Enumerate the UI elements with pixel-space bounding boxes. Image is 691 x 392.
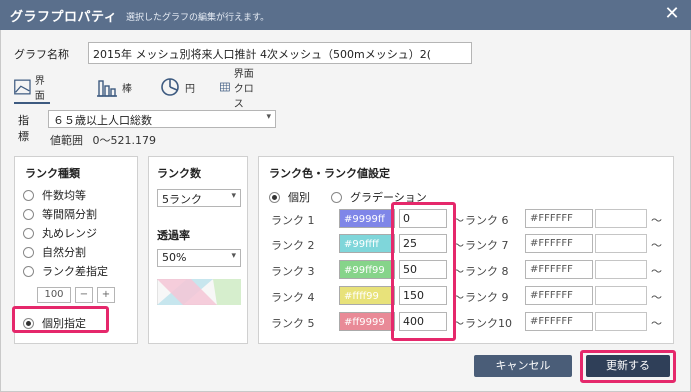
highlight-individual-option [12,306,109,333]
tab-area[interactable]: 界面 [14,74,50,102]
tab-area-cross[interactable]: 界面クロス [220,69,256,110]
rank-3-label: ランク 3 [271,265,315,278]
graph-name-label: グラフ名称 [14,48,69,61]
tab-area-cross-label: 界面クロス [233,68,254,110]
pie-chart-icon [161,78,179,96]
radio-icon [23,265,34,277]
rank-2-color[interactable]: #99ffff [339,234,395,253]
radio-icon [269,191,280,203]
mode-option-label: 個別 [288,191,310,204]
rank-8-label: ランク 8 [465,265,509,278]
rank-10-label: ランク10 [465,317,512,330]
value-range: 値範囲 0～521.179 [50,132,156,148]
radio-icon [331,191,342,203]
bar-chart-icon [97,80,117,97]
transparency-select[interactable]: 50% ▾ [157,249,241,267]
active-tab-indicator [14,102,50,104]
highlight-rank-values [391,202,456,341]
rank-count-selected: 5ランク [162,193,202,206]
rank-count-title: ランク数 [157,167,201,180]
tab-pie[interactable]: 円 [159,74,195,100]
dialog-titlebar: グラフプロパティ 選択したグラフの編集が行えます。 ✕ [0,0,691,30]
tilde: ～ [651,214,662,227]
rank-color-panel: ランク色・ランク値設定 個別 グラデーション ランク 1 #9999ff 0 ～… [258,156,674,344]
rank-9-color[interactable]: #FFFFFF [525,286,593,305]
radio-icon [23,208,34,220]
rank-type-option-label: 件数均等 [42,189,86,202]
rank-10-value[interactable] [595,312,647,331]
tilde: ～ [651,317,662,330]
cancel-button[interactable]: キャンセル [474,355,572,377]
rank-type-option-label: 等間隔分割 [42,208,97,221]
rank-6-label: ランク 6 [465,214,509,227]
rank-color-title: ランク色・ランク値設定 [269,167,390,180]
tab-pie-label: 円 [185,83,195,95]
rank-5-label: ランク 5 [271,317,315,330]
transparency-selected: 50% [162,251,187,264]
rank-count-select[interactable]: 5ランク ▾ [157,189,241,207]
rank-diff-plus-button[interactable]: + [97,287,115,303]
rank-type-option-1[interactable]: 件数均等 [23,187,86,203]
rank-type-option-5[interactable]: ランク差指定 [23,263,108,279]
rank-3-color[interactable]: #99ff99 [339,260,395,279]
rank-type-option-4[interactable]: 自然分割 [23,244,86,260]
rank-diff-minus-button[interactable]: − [75,287,93,303]
rank-6-color[interactable]: #FFFFFF [525,209,593,228]
tab-bar-label: 棒 [122,83,132,95]
rank-9-value[interactable] [595,286,647,305]
mode-individual-radio[interactable]: 個別 [269,189,310,205]
value-range-value: 0～521.179 [92,134,157,147]
rank-1-label: ランク 1 [271,214,315,227]
rank-type-option-label: 自然分割 [42,246,86,259]
rank-type-option-label: 丸めレンジ [42,227,97,240]
dialog-subtitle: 選択したグラフの編集が行えます。 [126,13,270,23]
transparency-preview [157,279,241,305]
rank-type-title: ランク種類 [25,167,80,180]
graph-name-input[interactable]: 2015年 メッシュ別将来人口推計 4次メッシュ（500mメッシュ）2( [88,42,472,64]
rank-5-color[interactable]: #ff9999 [339,312,395,331]
rank-7-value[interactable] [595,234,647,253]
rank-7-label: ランク 7 [465,239,509,252]
rank-7-color[interactable]: #FFFFFF [525,234,593,253]
index-label: 指標 [18,114,29,143]
tab-bar[interactable]: 棒 [96,74,132,100]
radio-icon [23,246,34,258]
rank-2-label: ランク 2 [271,239,315,252]
rank-4-color[interactable]: #ffff99 [339,286,395,305]
tilde: ～ [651,291,662,304]
rank-4-label: ランク 4 [271,291,315,304]
rank-type-option-3[interactable]: 丸めレンジ [23,225,97,241]
rank-10-color[interactable]: #FFFFFF [525,312,593,331]
rank-diff-stepper-value[interactable]: 100 [37,287,71,303]
radio-icon [23,227,34,239]
rank-count-panel: ランク数 5ランク ▾ 透過率 50% ▾ [148,156,248,344]
value-range-label: 値範囲 [50,134,83,147]
dialog-title: グラフプロパティ [10,10,118,25]
rank-1-color[interactable]: #9999ff [339,209,395,228]
rank-8-color[interactable]: #FFFFFF [525,260,593,279]
chevron-down-icon: ▾ [231,191,236,201]
tilde: ～ [651,265,662,278]
tilde: ～ [651,239,662,252]
rank-8-value[interactable] [595,260,647,279]
grid-table-icon [220,82,230,92]
chevron-down-icon: ▾ [231,251,236,261]
index-select[interactable]: ６５歳以上人口総数 ▾ [48,110,276,128]
rank-6-value[interactable] [595,209,647,228]
rank-type-option-2[interactable]: 等間隔分割 [23,206,97,222]
radio-icon [23,189,34,201]
rank-type-option-label: ランク差指定 [42,265,108,278]
index-selected-value: ６５歳以上人口総数 [53,114,152,127]
transparency-title: 透過率 [157,229,190,242]
close-icon[interactable]: ✕ [661,3,683,25]
rank-9-label: ランク 9 [465,291,509,304]
highlight-update-button [580,350,676,383]
chevron-down-icon: ▾ [266,112,271,122]
area-chart-icon [14,79,31,95]
tab-area-label: 界面 [34,76,45,102]
